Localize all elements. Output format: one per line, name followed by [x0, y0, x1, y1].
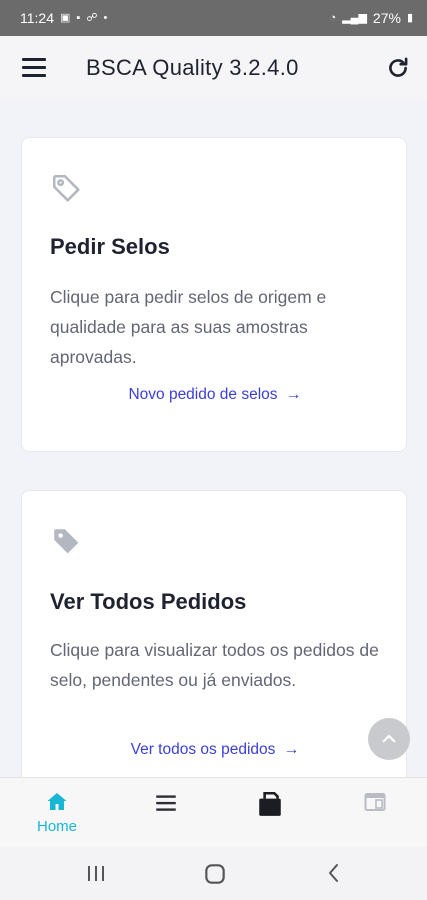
- link-label[interactable]: Ver todos os pedidos: [131, 741, 276, 758]
- message-icon: ▪: [76, 11, 81, 24]
- card-view-orders: Ver Todos Pedidos Clique para visualizar…: [21, 490, 407, 777]
- status-time: 11:24: [20, 10, 54, 26]
- window-icon: [364, 793, 386, 811]
- link-icon: ☍: [86, 11, 98, 24]
- status-bar: 11:24 ▣ ▪ ☍ • ◔ ▂▄▆ 27% ▮: [0, 0, 427, 36]
- main-content: Pedir Selos Clique para pedir selos de o…: [0, 100, 427, 777]
- card-request-seals: Pedir Selos Clique para pedir selos de o…: [21, 137, 407, 452]
- list-icon: [156, 795, 176, 811]
- arrow-right-icon: →: [285, 386, 302, 403]
- new-seal-order-link[interactable]: Novo pedido de selos →: [22, 386, 408, 404]
- nav-window[interactable]: [322, 778, 427, 848]
- back-icon[interactable]: [322, 861, 346, 885]
- app-bar: BSCA Quality 3.2.4.0: [0, 36, 427, 100]
- nav-home[interactable]: Home: [4, 778, 110, 848]
- chevron-up-icon: [382, 734, 396, 743]
- system-navigation-bar: [0, 847, 427, 900]
- nav-home-label: Home: [36, 818, 77, 835]
- nav-orders[interactable]: [217, 778, 323, 848]
- menu-icon[interactable]: [22, 58, 46, 78]
- arrow-right-icon: →: [283, 741, 300, 758]
- dot-icon: •: [103, 11, 108, 24]
- tag-outline-icon: [52, 174, 80, 202]
- signal-icon: ▂▄▆: [342, 11, 367, 24]
- card-title: Ver Todos Pedidos: [50, 589, 247, 614]
- view-all-orders-link[interactable]: Ver todos os pedidos →: [22, 741, 408, 759]
- link-label[interactable]: Novo pedido de selos: [128, 386, 277, 403]
- wifi-icon: ◔: [329, 11, 337, 24]
- image-icon: ▣: [60, 11, 71, 24]
- card-description: Clique para visualizar todos os pedidos …: [50, 640, 379, 690]
- card-description: Clique para pedir selos de origem e qual…: [50, 287, 327, 367]
- status-right: ◔ ▂▄▆ 27% ▮: [330, 10, 413, 26]
- status-left: 11:24 ▣ ▪ ☍ •: [20, 10, 107, 26]
- card-title: Pedir Selos: [50, 234, 170, 259]
- order-box-icon: [259, 791, 281, 816]
- recent-apps-icon[interactable]: [84, 861, 108, 885]
- home-icon: [47, 793, 67, 810]
- home-button-icon[interactable]: [202, 861, 228, 887]
- tag-filled-icon: [54, 529, 79, 554]
- scroll-to-top-button[interactable]: [368, 718, 410, 760]
- battery-icon: ▮: [406, 11, 413, 24]
- refresh-icon[interactable]: [385, 55, 411, 81]
- bottom-navigation: Home: [0, 777, 427, 848]
- battery-level: 27%: [372, 10, 401, 26]
- nav-list[interactable]: [113, 778, 219, 848]
- app-title: BSCA Quality 3.2.4.0: [86, 55, 299, 80]
